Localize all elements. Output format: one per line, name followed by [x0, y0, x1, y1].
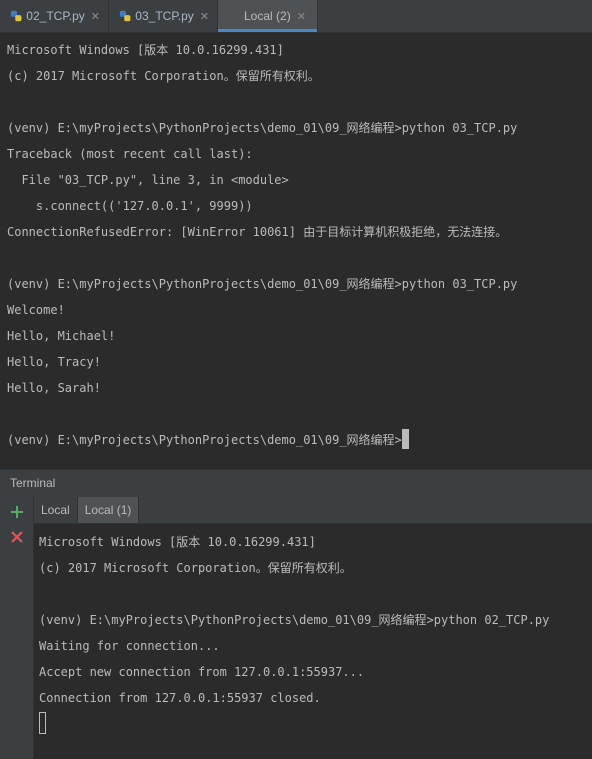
terminal-line: Accept new connection from 127.0.0.1:559…: [39, 665, 365, 679]
plus-icon[interactable]: [9, 504, 25, 520]
terminal-line: ConnectionRefusedError: [WinError 10061]…: [7, 225, 508, 239]
terminal-line: s.connect(('127.0.0.1', 9999)): [7, 199, 253, 213]
editor-tab-label: Local (2): [244, 9, 291, 23]
terminal-line: Connection from 127.0.0.1:55937 closed.: [39, 691, 321, 705]
tab-label: Local (1): [84, 503, 132, 517]
terminal-output-local-2[interactable]: Microsoft Windows [版本 10.0.16299.431] (c…: [0, 33, 592, 465]
terminal-panel-header: Terminal: [0, 469, 592, 497]
terminal-lines: Microsoft Windows [版本 10.0.16299.431] (c…: [39, 529, 549, 737]
close-icon[interactable]: ✕: [200, 10, 209, 23]
close-icon[interactable]: ✕: [297, 10, 306, 23]
terminal-line: (venv) E:\myProjects\PythonProjects\demo…: [7, 121, 518, 135]
text-cursor: [401, 429, 409, 449]
terminal-lines: Microsoft Windows [版本 10.0.16299.431] (c…: [7, 37, 517, 453]
terminal-line: Hello, Sarah!: [7, 381, 101, 395]
terminal-line: Microsoft Windows [版本 10.0.16299.431]: [39, 535, 316, 549]
close-icon[interactable]: [9, 529, 25, 545]
terminal-line: (venv) E:\myProjects\PythonProjects\demo…: [7, 277, 518, 291]
terminal-line: Hello, Michael!: [7, 329, 116, 343]
terminal-line: (c) 2017 Microsoft Corporation。保留所有权利。: [39, 561, 352, 575]
editor-tab-label: 03_TCP.py: [135, 9, 194, 23]
terminal-prompt: (venv) E:\myProjects\PythonProjects\demo…: [7, 433, 402, 447]
close-icon[interactable]: ✕: [91, 10, 100, 23]
editor-tab-02-tcp[interactable]: 02_TCP.py ✕: [0, 0, 109, 32]
terminal-output-local-1[interactable]: Microsoft Windows [版本 10.0.16299.431] (c…: [34, 524, 592, 759]
text-cursor: [39, 712, 46, 734]
editor-tab-local-2[interactable]: Local (2) ✕: [218, 0, 318, 32]
editor-tab-bar: 02_TCP.py ✕ 03_TCP.py ✕ Local (2) ✕: [0, 0, 592, 33]
terminal-cursor-line: [39, 711, 549, 737]
tab-local-1[interactable]: Local (1): [77, 497, 140, 523]
terminal-session-tabs: Local Local (1): [34, 497, 592, 524]
terminal-line: Microsoft Windows [版本 10.0.16299.431]: [7, 43, 284, 57]
tab-local[interactable]: Local: [34, 497, 78, 523]
terminal-prompt-line: (venv) E:\myProjects\PythonProjects\demo…: [7, 427, 517, 453]
terminal-line: Welcome!: [7, 303, 65, 317]
editor-tab-label: 02_TCP.py: [26, 9, 85, 23]
python-file-icon: [10, 10, 22, 22]
terminal-line: Hello, Tracy!: [7, 355, 101, 369]
terminal-line: (c) 2017 Microsoft Corporation。保留所有权利。: [7, 69, 320, 83]
terminal-line: File "03_TCP.py", line 3, in <module>: [7, 173, 289, 187]
editor-tab-03-tcp[interactable]: 03_TCP.py ✕: [109, 0, 218, 32]
terminal-line: Traceback (most recent call last):: [7, 147, 253, 161]
python-file-icon: [119, 10, 131, 22]
panel-title: Terminal: [10, 476, 56, 490]
terminal-toolbar: [0, 497, 34, 759]
terminal-line: (venv) E:\myProjects\PythonProjects\demo…: [39, 613, 550, 627]
terminal-line: Waiting for connection...: [39, 639, 220, 653]
tab-label: Local: [41, 503, 70, 517]
